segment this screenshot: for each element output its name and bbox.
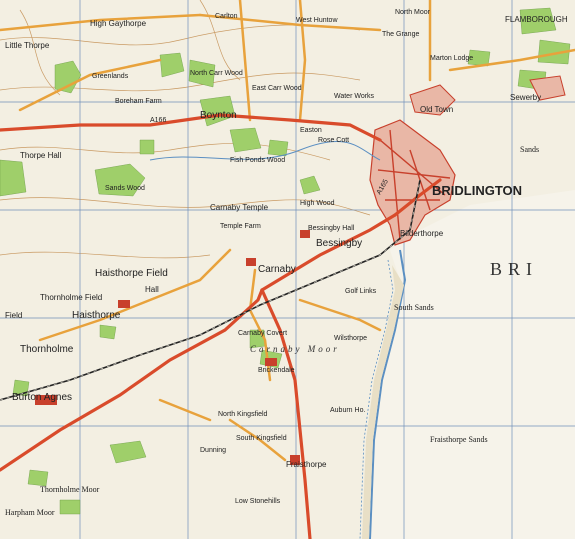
label-auburn: Auburn Ho.: [330, 407, 365, 414]
label-high-gaythorpe: High Gaythorpe: [90, 19, 147, 28]
label-the-grange: The Grange: [382, 31, 419, 38]
label-bridlington: BRIDLINGTON: [432, 183, 522, 198]
label-old-town: Old Town: [420, 105, 453, 114]
label-greenlands: Greenlands: [92, 73, 129, 80]
label-north-moor: North Moor: [395, 9, 431, 16]
label-boreham-farm: Boreham Farm: [115, 98, 162, 105]
label-marton: Marton Lodge: [430, 55, 473, 62]
label-north-carr-wood: North Carr Wood: [190, 70, 243, 77]
label-fraisthorpe: Fraisthorpe: [286, 460, 327, 469]
label-wilsthorpe: Wilsthorpe: [334, 335, 367, 342]
map-canvas: High Gaythorpe Little Thorpe Greenlands …: [0, 0, 575, 539]
label-rose-cottage: Rose Cott: [318, 137, 349, 144]
label-high-wood: High Wood: [300, 200, 335, 207]
label-golf-links: Golf Links: [345, 288, 377, 295]
label-bridlington-bay: BRI: [490, 259, 538, 279]
label-fish-ponds-wood: Fish Ponds Wood: [230, 157, 285, 164]
label-thornholme-field: Thornholme Field: [40, 293, 102, 302]
label-easton: Easton: [300, 127, 322, 134]
label-field: Field: [5, 311, 22, 320]
label-north-kingsfield: North Kingsfield: [218, 411, 268, 418]
label-bilderthorpe: Bilderthorpe: [400, 229, 444, 238]
os-map: High Gaythorpe Little Thorpe Greenlands …: [0, 0, 575, 539]
label-flamborough: FLAMBOROUGH: [505, 15, 568, 24]
label-carnaby-covert: Carnaby Covert: [238, 330, 287, 337]
label-carnaby: Carnaby: [258, 264, 296, 275]
label-carnaby-moor: Carnaby Moor: [250, 344, 340, 354]
label-thorpe-hall: Thorpe Hall: [20, 151, 62, 160]
label-west-hunton: West Huntow: [296, 17, 338, 24]
label-boynton: Boynton: [200, 110, 237, 121]
label-haisthorpe: Haisthorpe: [72, 310, 121, 321]
label-low-stonehills: Low Stonehills: [235, 498, 281, 505]
label-temple-farm: Temple Farm: [220, 223, 261, 230]
label-harpham-moor: Harpham Moor: [5, 508, 55, 517]
label-sands: Sands: [520, 145, 539, 154]
label-hall: Hall: [145, 285, 159, 294]
label-fraisthorpe-sands: Fraisthorpe Sands: [430, 435, 488, 444]
label-sands-wood: Sands Wood: [105, 185, 145, 192]
label-burton-agnes: Burton Agnes: [12, 392, 72, 403]
label-bessingby: Bessingby: [316, 238, 362, 249]
label-water-works: Water Works: [334, 93, 375, 100]
label-a166: A166: [150, 117, 166, 124]
label-dunning: Dunning: [200, 447, 226, 454]
label-carnaby-temple: Carnaby Temple: [210, 203, 269, 212]
label-thornholme: Thornholme: [20, 344, 74, 355]
label-little-thorpe: Little Thorpe: [5, 41, 50, 50]
label-brickendale: Brickendale: [258, 367, 295, 374]
label-bessingby-hall: Bessingby Hall: [308, 225, 355, 232]
label-south-kingsfield: South Kingsfield: [236, 435, 287, 442]
label-east-carr-wood: East Carr Wood: [252, 85, 302, 92]
label-haisthorpe-field: Haisthorpe Field: [95, 268, 168, 279]
label-south-sands: South Sands: [394, 303, 434, 312]
label-carlton: Carlton: [215, 13, 238, 20]
label-thornholme-moor: Thornholme Moor: [40, 485, 100, 494]
label-sewerby: Sewerby: [510, 93, 541, 102]
